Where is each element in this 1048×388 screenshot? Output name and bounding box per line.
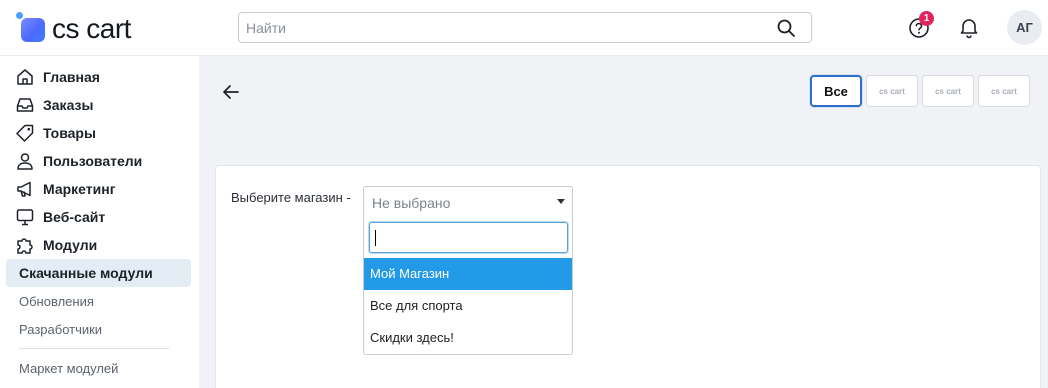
- sidebar-item-label: Главная: [43, 69, 100, 85]
- storefront-thumb[interactable]: cs cart: [866, 75, 918, 107]
- dropdown-option[interactable]: Все для спорта: [364, 290, 572, 322]
- sidebar-item-marketing[interactable]: Маркетинг: [15, 177, 116, 201]
- sidebar-item-products[interactable]: Товары: [15, 121, 96, 145]
- content-panel: Выберите магазин - Не выбрано Мой Магази…: [215, 165, 1041, 388]
- store-select-value: Не выбрано: [372, 195, 451, 211]
- sidebar-item-label: Модули: [43, 237, 98, 253]
- sidebar-subitem-downloaded-addons[interactable]: Скачанные модули: [6, 259, 191, 287]
- search-icon[interactable]: [776, 18, 796, 38]
- bell-icon[interactable]: [957, 15, 981, 39]
- puzzle-icon: [17, 238, 33, 254]
- store-dropdown: Мой Магазин Все для спорта Скидки здесь!: [363, 217, 573, 355]
- sidebar-item-label: Товары: [43, 125, 96, 141]
- home-icon: [17, 69, 33, 85]
- storefront-thumb[interactable]: cs cart: [978, 75, 1030, 107]
- logo-icon: [16, 12, 50, 46]
- sidebar-item-label: Заказы: [43, 97, 94, 113]
- sidebar: Главная Заказы Товары Пользователи Марке…: [0, 56, 199, 388]
- sidebar-item-label: Веб-сайт: [43, 209, 106, 225]
- sidebar-divider: [19, 348, 169, 349]
- avatar[interactable]: АГ: [1007, 10, 1042, 45]
- sidebar-item-orders[interactable]: Заказы: [15, 93, 93, 117]
- sidebar-subitem-marketplace[interactable]: Маркет модулей: [19, 361, 118, 376]
- text-cursor: [375, 230, 376, 246]
- tag-icon: [16, 124, 34, 142]
- dropdown-option[interactable]: Мой Магазин: [364, 258, 572, 290]
- user-icon: [17, 153, 33, 170]
- cs-cart-logo[interactable]: cs cart: [16, 11, 131, 47]
- sidebar-item-label: Пользователи: [43, 153, 143, 169]
- sidebar-item-users[interactable]: Пользователи: [15, 149, 142, 173]
- sidebar-subitem-developers[interactable]: Разработчики: [19, 322, 102, 337]
- search-input[interactable]: [239, 13, 769, 42]
- sidebar-item-addons[interactable]: Модули: [15, 233, 97, 257]
- search-box: [238, 12, 812, 43]
- dropdown-option[interactable]: Скидки здесь!: [364, 322, 572, 354]
- monitor-icon: [16, 209, 34, 226]
- main-content: Все cs cart cs cart cs cart Выберите маг…: [199, 56, 1048, 388]
- storefront-all-button[interactable]: Все: [810, 75, 862, 107]
- sidebar-item-home[interactable]: Главная: [15, 65, 100, 89]
- sidebar-subitem-updates[interactable]: Обновления: [19, 294, 94, 309]
- sidebar-item-website[interactable]: Веб-сайт: [15, 205, 105, 229]
- inbox-icon: [16, 98, 34, 112]
- megaphone-icon: [17, 181, 31, 197]
- dropdown-search-input[interactable]: [369, 222, 568, 253]
- logo-text: cs cart: [52, 13, 131, 44]
- storefront-switcher: Все cs cart cs cart cs cart: [810, 75, 1030, 107]
- notification-badge: 1: [919, 11, 934, 26]
- store-select[interactable]: Не выбрано: [363, 186, 573, 218]
- sidebar-item-label: Маркетинг: [43, 181, 116, 197]
- top-header: cs cart 1 АГ: [0, 0, 1048, 56]
- back-arrow-icon[interactable]: [221, 82, 241, 102]
- store-select-label: Выберите магазин -: [231, 190, 351, 205]
- caret-down-icon: [557, 199, 565, 204]
- storefront-thumb[interactable]: cs cart: [922, 75, 974, 107]
